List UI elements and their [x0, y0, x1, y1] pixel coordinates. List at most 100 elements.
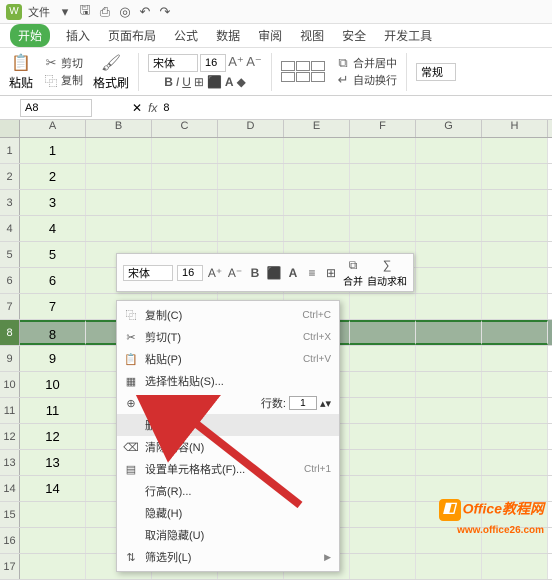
number-format-select[interactable]: 常规 [416, 63, 456, 81]
cell[interactable] [350, 528, 416, 553]
col-header[interactable]: D [218, 120, 284, 137]
row-header[interactable]: 7 [0, 294, 20, 319]
cell[interactable] [284, 216, 350, 241]
tab-formula[interactable]: 公式 [172, 24, 200, 47]
cell[interactable] [416, 320, 482, 345]
mini-font-size[interactable]: 16 [177, 265, 203, 281]
cell[interactable] [218, 164, 284, 189]
font-color-icon[interactable]: A [285, 265, 301, 281]
cell[interactable] [350, 294, 416, 319]
cell[interactable]: 10 [20, 372, 86, 397]
menu-hide[interactable]: 隐藏(H) [117, 502, 339, 524]
cell[interactable] [350, 424, 416, 449]
cell[interactable] [350, 346, 416, 371]
decrease-font-icon[interactable]: A⁻ [227, 265, 243, 281]
cell[interactable] [350, 450, 416, 475]
font-color-icon[interactable]: A [225, 75, 234, 89]
wrap-text-button[interactable]: ↵自动换行 [335, 72, 397, 88]
cell[interactable] [350, 138, 416, 163]
menu-unhide[interactable]: 取消隐藏(U) [117, 524, 339, 546]
redo-icon[interactable]: ↷ [156, 3, 174, 21]
cell[interactable] [350, 372, 416, 397]
row-header[interactable]: 4 [0, 216, 20, 241]
cell[interactable]: 13 [20, 450, 86, 475]
cell[interactable] [482, 450, 548, 475]
row-header[interactable]: 16 [0, 528, 20, 553]
cell[interactable] [482, 164, 548, 189]
cell[interactable] [482, 372, 548, 397]
fill-color-icon[interactable]: ⬛ [266, 265, 282, 281]
cell[interactable] [350, 398, 416, 423]
row-header[interactable]: 5 [0, 242, 20, 267]
cell[interactable] [416, 398, 482, 423]
cell[interactable] [152, 216, 218, 241]
cell[interactable] [482, 476, 548, 501]
cell[interactable] [350, 320, 416, 345]
align-group[interactable] [281, 61, 325, 82]
cell[interactable] [284, 164, 350, 189]
cell[interactable]: 3 [20, 190, 86, 215]
table-row[interactable]: 22 [0, 164, 552, 190]
file-menu[interactable]: 文件 [24, 4, 54, 20]
cell[interactable] [152, 138, 218, 163]
row-header[interactable]: 2 [0, 164, 20, 189]
row-header[interactable]: 8 [0, 320, 20, 345]
name-box[interactable]: A8 [20, 99, 92, 117]
cell[interactable]: 2 [20, 164, 86, 189]
cell[interactable] [350, 554, 416, 579]
cell[interactable] [86, 190, 152, 215]
cell[interactable] [416, 190, 482, 215]
increase-font-icon[interactable]: A⁺ [207, 265, 223, 281]
cell[interactable] [416, 476, 482, 501]
tab-insert[interactable]: 插入 [64, 24, 92, 47]
decrease-font-icon[interactable]: A⁻ [246, 54, 262, 70]
cell[interactable] [482, 346, 548, 371]
bold-icon[interactable]: B [247, 265, 263, 281]
cell[interactable] [482, 424, 548, 449]
cell[interactable] [152, 164, 218, 189]
select-all-corner[interactable] [0, 120, 20, 137]
cell[interactable] [416, 450, 482, 475]
table-row[interactable]: 44 [0, 216, 552, 242]
cell[interactable] [350, 216, 416, 241]
cell[interactable] [482, 320, 548, 345]
row-header[interactable]: 14 [0, 476, 20, 501]
cell[interactable] [482, 294, 548, 319]
row-header[interactable]: 3 [0, 190, 20, 215]
cell[interactable] [416, 554, 482, 579]
tab-dev[interactable]: 开发工具 [382, 24, 434, 47]
cell[interactable] [86, 216, 152, 241]
paste-icon[interactable]: 📋 [11, 53, 31, 73]
italic-icon[interactable]: I [176, 75, 179, 89]
font-name-select[interactable]: 宋体 [148, 54, 198, 72]
col-header[interactable]: B [86, 120, 152, 137]
cell[interactable] [152, 190, 218, 215]
tab-security[interactable]: 安全 [340, 24, 368, 47]
menu-row-height[interactable]: 行高(R)... [117, 480, 339, 502]
row-header[interactable]: 13 [0, 450, 20, 475]
menu-paste-special[interactable]: ▦选择性粘贴(S)... [117, 370, 339, 392]
row-header[interactable]: 11 [0, 398, 20, 423]
cell[interactable]: 8 [20, 320, 86, 345]
tab-review[interactable]: 审阅 [256, 24, 284, 47]
copy-button[interactable]: ⿻复制 [43, 72, 83, 88]
bold-icon[interactable]: B [164, 75, 173, 89]
cell[interactable] [416, 372, 482, 397]
cell[interactable]: 9 [20, 346, 86, 371]
cell[interactable] [416, 268, 482, 293]
cell[interactable]: 11 [20, 398, 86, 423]
save-icon[interactable]: 🖫 [76, 3, 94, 21]
cell[interactable] [218, 216, 284, 241]
fx-icon[interactable]: fx [148, 101, 157, 115]
menu-delete[interactable]: 删除(D) [117, 414, 339, 436]
cell[interactable] [350, 190, 416, 215]
row-header[interactable]: 9 [0, 346, 20, 371]
cell[interactable] [218, 190, 284, 215]
underline-icon[interactable]: U [182, 75, 191, 89]
menu-paste[interactable]: 📋粘贴(P)Ctrl+V [117, 348, 339, 370]
cell[interactable]: 5 [20, 242, 86, 267]
cell[interactable]: 14 [20, 476, 86, 501]
cell[interactable] [482, 190, 548, 215]
format-painter-icon[interactable]: 🖌 [101, 53, 121, 73]
cell[interactable] [416, 242, 482, 267]
